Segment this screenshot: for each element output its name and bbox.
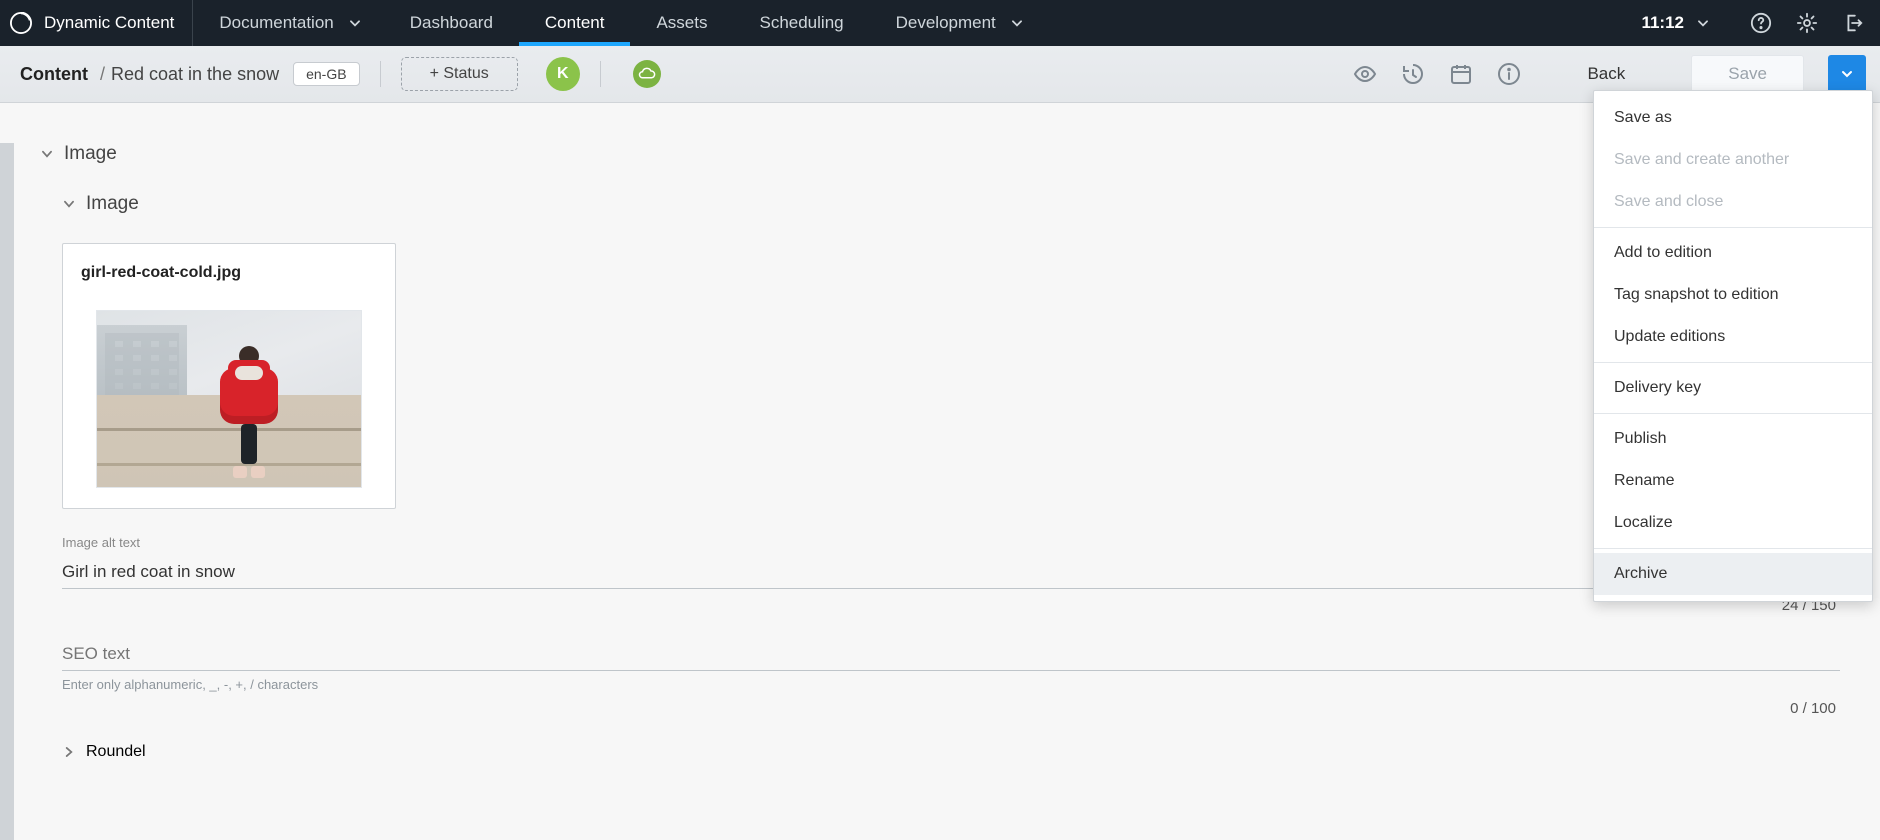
- nav-label: Dashboard: [410, 13, 493, 33]
- menu-separator: [1594, 413, 1872, 414]
- section-title: Image: [86, 193, 139, 215]
- alt-text-label: Image alt text: [62, 535, 1840, 550]
- menu-item-add-to-edition[interactable]: Add to edition: [1594, 232, 1872, 274]
- sync-status-badge: [633, 60, 661, 88]
- documentation-dropdown[interactable]: Documentation: [193, 0, 383, 46]
- app-title: Dynamic Content: [44, 13, 174, 33]
- nav-content[interactable]: Content: [519, 0, 631, 46]
- nav-assets[interactable]: Assets: [630, 0, 733, 46]
- menu-item-update-editions[interactable]: Update editions: [1594, 316, 1872, 358]
- time-dropdown[interactable]: 11:12: [1617, 0, 1734, 46]
- image-thumbnail: [96, 310, 362, 488]
- calendar-icon[interactable]: [1449, 62, 1473, 86]
- back-button[interactable]: Back: [1545, 56, 1667, 92]
- menu-item-archive[interactable]: Archive: [1594, 553, 1872, 595]
- chevron-down-icon: [40, 147, 54, 161]
- nav-dashboard[interactable]: Dashboard: [384, 0, 519, 46]
- user-avatar[interactable]: K: [546, 57, 580, 91]
- menu-item-tag-snapshot-to-edition[interactable]: Tag snapshot to edition: [1594, 274, 1872, 316]
- breadcrumb-root[interactable]: Content: [20, 64, 88, 85]
- nav-development-dropdown[interactable]: Development: [870, 0, 1050, 46]
- menu-separator: [1594, 362, 1872, 363]
- save-menu-toggle[interactable]: [1828, 55, 1866, 93]
- menu-item-publish[interactable]: Publish: [1594, 418, 1872, 460]
- chevron-down-icon: [348, 16, 362, 30]
- seo-text-input[interactable]: [62, 638, 1840, 671]
- app-logo-icon: [10, 12, 32, 34]
- nav-label: Scheduling: [759, 13, 843, 33]
- nav-scheduling[interactable]: Scheduling: [733, 0, 869, 46]
- breadcrumb-sep: /: [100, 64, 105, 85]
- documentation-label: Documentation: [215, 13, 337, 33]
- save-button: Save: [1691, 55, 1804, 93]
- menu-separator: [1594, 548, 1872, 549]
- gear-icon[interactable]: [1796, 12, 1818, 34]
- save-dropdown-menu: Save asSave and create anotherSave and c…: [1593, 90, 1873, 602]
- caret-down-icon: [1839, 66, 1855, 82]
- image-subsection-header[interactable]: Image: [62, 193, 1840, 215]
- seo-text-counter: 0 / 100: [62, 700, 1836, 717]
- help-icon[interactable]: [1750, 12, 1772, 34]
- alt-text-counter: 24 / 150: [62, 597, 1836, 614]
- chevron-down-icon: [62, 197, 76, 211]
- clock-time: 11:12: [1641, 13, 1684, 33]
- eye-icon[interactable]: [1353, 62, 1377, 86]
- left-rail: [0, 143, 14, 840]
- top-bar: Dynamic Content Documentation Dashboard …: [0, 0, 1880, 46]
- info-icon[interactable]: [1497, 62, 1521, 86]
- section-title: Image: [64, 143, 117, 165]
- image-section-header[interactable]: Image: [40, 143, 1840, 165]
- sub-header-actions: Back Save: [1353, 55, 1866, 93]
- roundel-section-header[interactable]: Roundel: [62, 743, 1840, 761]
- chevron-right-icon: [62, 745, 76, 759]
- menu-item-localize[interactable]: Localize: [1594, 502, 1872, 544]
- history-icon[interactable]: [1401, 62, 1425, 86]
- chevron-down-icon: [1010, 16, 1024, 30]
- menu-item-save-as[interactable]: Save as: [1594, 97, 1872, 139]
- menu-separator: [1594, 227, 1872, 228]
- menu-item-save-and-close: Save and close: [1594, 181, 1872, 223]
- alt-text-field: Image alt text: [62, 535, 1840, 589]
- divider: [380, 61, 381, 87]
- nav-label: Development: [896, 13, 996, 33]
- section-title: Roundel: [86, 743, 146, 761]
- image-filename: girl-red-coat-cold.jpg: [81, 264, 377, 282]
- seo-hint: Enter only alphanumeric, _, -, +, / char…: [62, 677, 1840, 692]
- primary-nav: Dashboard Content Assets Scheduling Deve…: [384, 0, 1050, 46]
- image-card[interactable]: girl-red-coat-cold.jpg: [62, 243, 396, 509]
- menu-item-rename[interactable]: Rename: [1594, 460, 1872, 502]
- nav-label: Assets: [656, 13, 707, 33]
- chevron-down-icon: [1696, 16, 1710, 30]
- divider: [600, 61, 601, 87]
- logout-icon[interactable]: [1842, 12, 1864, 34]
- menu-item-save-and-create-another: Save and create another: [1594, 139, 1872, 181]
- breadcrumb-item-title: Red coat in the snow: [111, 64, 279, 85]
- top-icon-group: [1734, 0, 1880, 46]
- logo-container: Dynamic Content: [0, 0, 192, 46]
- locale-chip[interactable]: en-GB: [293, 62, 359, 86]
- alt-text-input[interactable]: [62, 556, 1840, 589]
- cloud-check-icon: [638, 65, 656, 83]
- seo-text-field: Enter only alphanumeric, _, -, +, / char…: [62, 638, 1840, 692]
- menu-item-delivery-key[interactable]: Delivery key: [1594, 367, 1872, 409]
- add-status-button[interactable]: + Status: [401, 57, 518, 91]
- nav-label: Content: [545, 13, 605, 33]
